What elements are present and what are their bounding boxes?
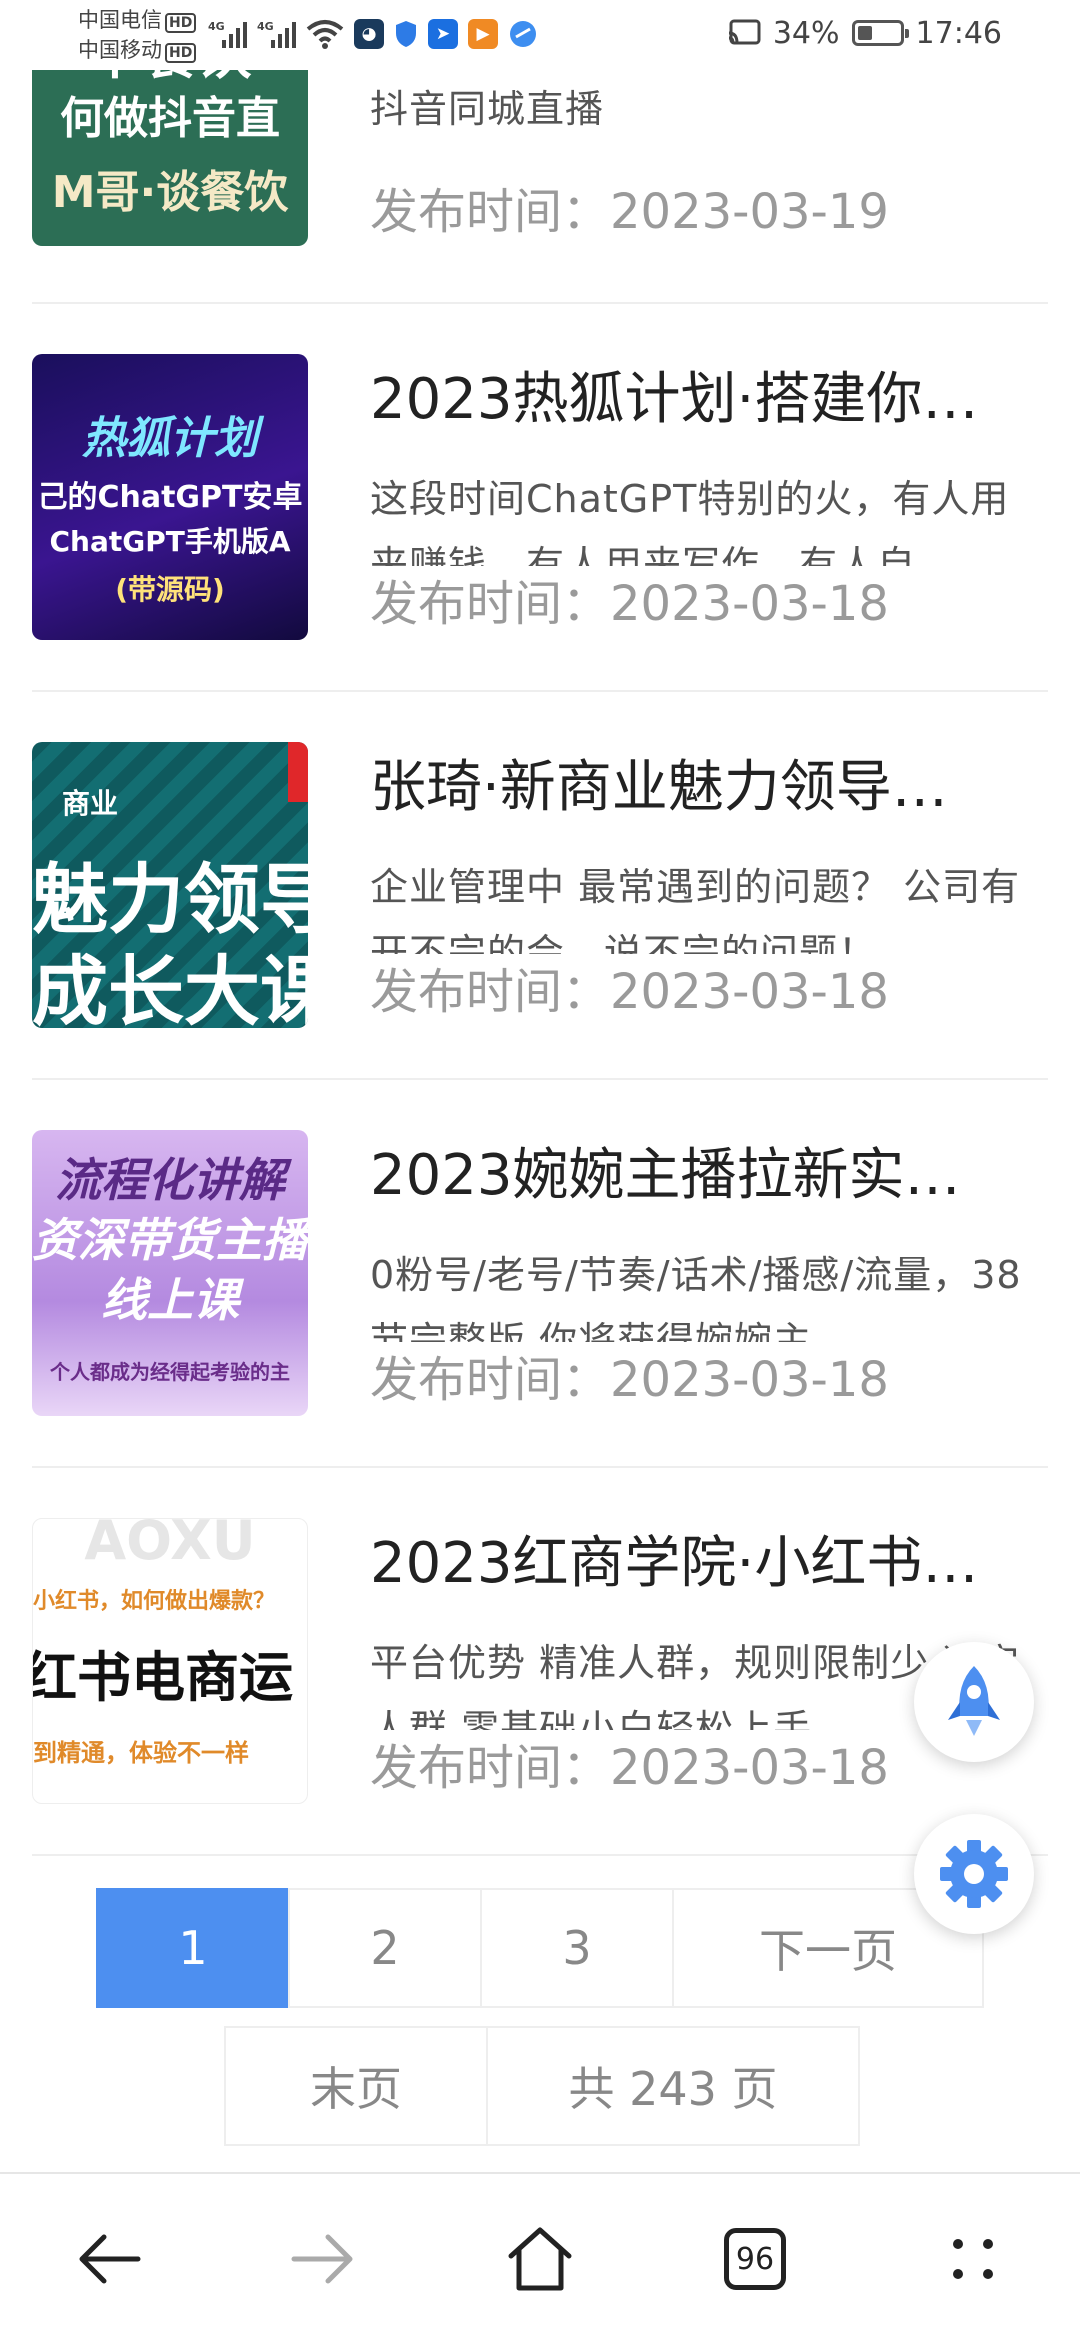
carrier-telecom: 中国电信 HD [78,8,197,33]
article-date: 发布时间：2023-03-18 [370,576,889,632]
settings-button[interactable] [914,1814,1034,1934]
article-description: 0粉号/老号/节奏/话术/播感/流量，38节完整版 你将获得婉婉主 [370,1253,1022,1342]
total-pages-label: 共 243 页 [486,2026,860,2146]
article-item[interactable]: 流程化讲解 资深带货主播 线上课 个人都成为经得起考验的主 2023婉婉主播拉新… [32,1130,1048,1518]
rocket-icon [948,1666,1000,1736]
tab-count: 96 [735,2241,775,2277]
article-title[interactable]: 2023婉婉主播拉新实… [370,1138,1040,1214]
article-date: 发布时间：2023-03-18 [370,1740,889,1796]
divider [32,690,1048,692]
article-date: 发布时间：2023-03-18 [370,964,889,1020]
back-button[interactable] [54,2204,164,2314]
article-thumbnail[interactable]: 流程化讲解 资深带货主播 线上课 个人都成为经得起考验的主 [32,1130,308,1416]
clock: 17:46 [915,15,1002,51]
status-right: 34% 17:46 [727,12,1002,54]
status-icons: 4G 4G ◕ ➤ ▶ [208,14,538,54]
article-date: 发布时间：2023-03-18 [370,1352,889,1408]
cast-icon [728,19,761,45]
gear-icon [940,1840,1008,1908]
page-3-button[interactable]: 3 [480,1888,674,2008]
forward-arrow-icon [291,2234,353,2284]
carrier-mobile: 中国移动 HD [78,38,197,63]
tabs-button[interactable]: 96 [700,2204,810,2314]
last-page-button[interactable]: 末页 [224,2026,488,2146]
tabs-icon: 96 [724,2228,786,2290]
article-thumbnail[interactable]: AOXU 小红书，如何做出爆款？ 红书电商运 到精通，体验不一样 [32,1518,308,1804]
divider [32,1854,1048,1856]
bottom-navigation: 96 [0,2172,1080,2340]
divider [32,1078,1048,1080]
video-app-icon: ▶ [468,19,498,49]
article-description: 这段时间ChatGPT特别的火，有人用来赚钱，有人用来写作，有人自 [370,477,1010,566]
article-title[interactable]: 2023热狐计划·搭建你… [370,362,1040,438]
page-2-button[interactable]: 2 [288,1888,482,2008]
battery-percent: 34% [772,15,840,51]
article-item[interactable]: 热狐计划 己的ChatGPT安卓 ChatGPT手机版A (带源码) 2023热… [32,354,1048,742]
divider [32,1466,1048,1468]
status-bar: 中国电信 HD 中国移动 HD 4G 4G ◕ ➤ ▶ 34% 17:46 [0,0,1080,70]
back-to-top-button[interactable] [914,1642,1034,1762]
divider [32,302,1048,304]
article-title[interactable]: 2023红商学院·小红书… [370,1526,1040,1602]
home-icon [508,2227,572,2291]
forward-button[interactable] [268,2204,378,2314]
menu-button[interactable] [918,2204,1028,2314]
article-description: 企业管理中 最常遇到的问题？ 公司有开不完的会，说不完的问题！ [370,865,1021,954]
back-arrow-icon [79,2234,141,2284]
app-arrow-icon: ➤ [428,19,458,49]
pagination-row-2: 末页 共 243 页 [224,2026,860,2146]
article-thumbnail[interactable]: 热狐计划 己的ChatGPT安卓 ChatGPT手机版A (带源码) [32,354,308,640]
signal-icon: 4G [257,20,296,48]
pagination: 1 2 3 下一页 [96,1888,984,2008]
article-title[interactable]: 张琦·新商业魅力领导… [370,750,1040,826]
article-item[interactable]: AOXU 小红书，如何做出爆款？ 红书电商运 到精通，体验不一样 2023红商学… [32,1518,1048,1906]
article-description: 抖音同城直播 [370,87,605,131]
browser-app-icon [510,21,536,47]
home-button[interactable] [485,2204,595,2314]
battery-icon [851,20,909,46]
signal-icon: 4G [208,20,247,48]
shield-icon [396,21,416,47]
article-item[interactable]: 商业 魅力领导 成长大课 张琦·新商业魅力领导… 企业管理中 最常遇到的问题？ … [32,742,1048,1130]
article-date: 发布时间：2023-03-19 [370,184,889,240]
app-bear-icon: ◕ [354,19,384,49]
wifi-icon [306,20,344,49]
article-thumbnail[interactable]: 商业 魅力领导 成长大课 [32,742,308,1028]
menu-dots-icon [953,2239,993,2279]
page-1-button[interactable]: 1 [96,1888,290,2008]
